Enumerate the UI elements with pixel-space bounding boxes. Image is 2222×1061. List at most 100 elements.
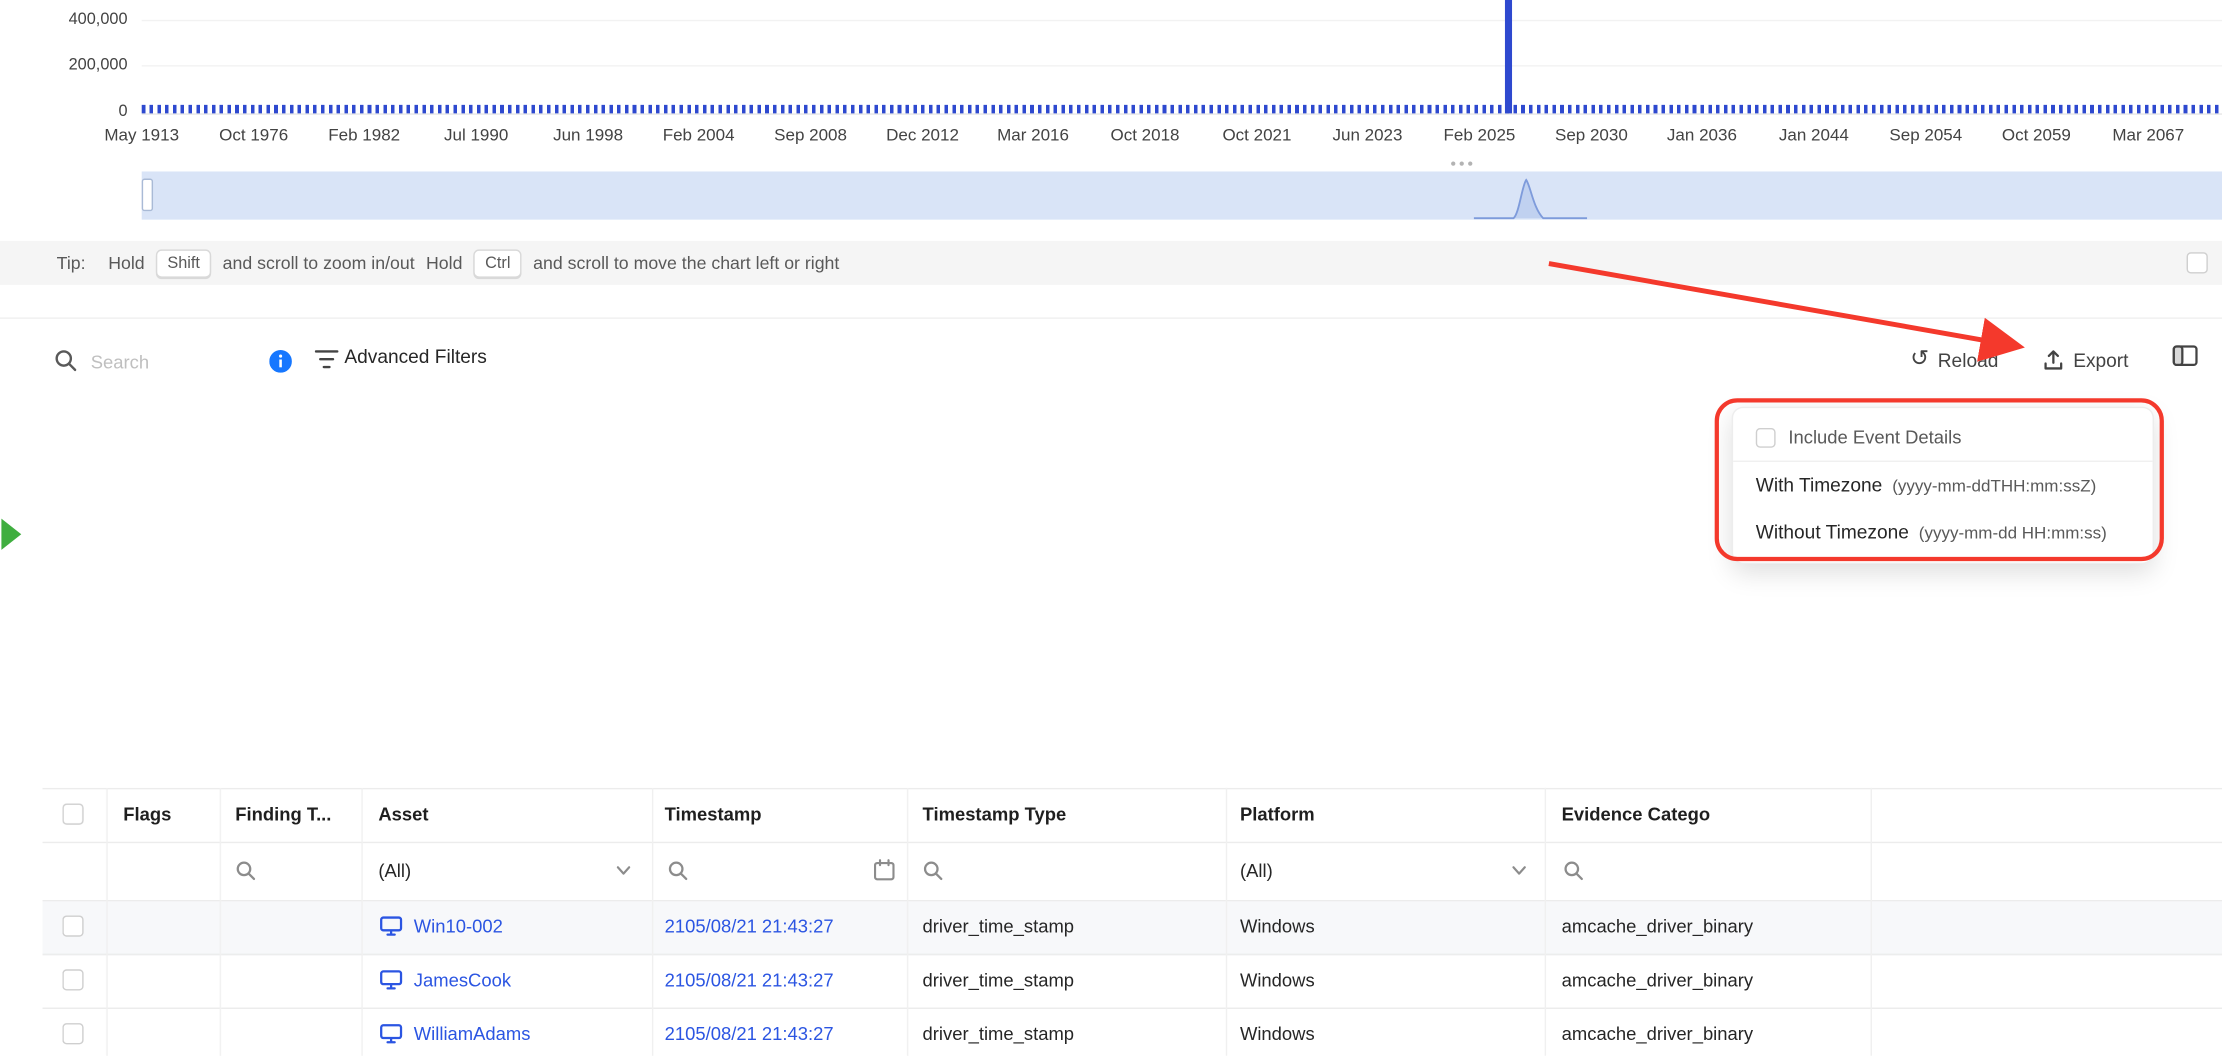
export-menu-popup: Include Event Details With Timezone (yyy… (1732, 407, 2154, 564)
column-separator (652, 788, 653, 1056)
x-axis-tick: Sep 2030 (1555, 125, 1628, 145)
y-axis-tick: 400,000 (20, 11, 128, 28)
header-platform[interactable]: Platform (1240, 788, 1315, 842)
column-separator (907, 788, 908, 1056)
evidence-filter-search-icon[interactable] (1563, 860, 1584, 881)
chevron-down-icon (616, 866, 630, 876)
tip-hold-text: Hold (426, 253, 462, 273)
calendar-icon[interactable] (873, 859, 896, 882)
monitor-icon (380, 1023, 403, 1044)
table-line (43, 900, 2222, 901)
search-icon (54, 349, 78, 373)
select-all-checkbox[interactable] (62, 803, 83, 824)
column-separator (1545, 788, 1546, 1056)
chevron-down-icon (1512, 866, 1526, 876)
export-without-timezone-option[interactable]: Without Timezone (yyyy-mm-dd HH:mm:ss) (1733, 509, 2152, 556)
tip-bar-checkbox[interactable] (2187, 252, 2208, 273)
tip-zoom-text: and scroll to zoom in/out (223, 253, 415, 273)
chart-axis-line (142, 113, 2222, 114)
column-separator (361, 788, 362, 1056)
column-separator (1871, 788, 1872, 1056)
export-label: Export (2073, 349, 2128, 370)
info-icon[interactable] (269, 350, 292, 373)
reload-button[interactable]: ↺ Reload (1910, 342, 1998, 379)
timestamp-link[interactable]: 2105/08/21 21:43:27 (665, 1008, 834, 1061)
header-evidence-category[interactable]: Evidence Catego (1562, 788, 1710, 842)
x-axis-tick: Jan 2044 (1779, 125, 1849, 145)
table-line (43, 788, 2222, 789)
tip-bar: Tip: Hold Shift and scroll to zoom in/ou… (0, 241, 2222, 285)
column-separator (220, 788, 221, 1056)
export-with-timezone-option[interactable]: With Timezone (yyyy-mm-ddTHH:mm:ssZ) (1733, 462, 2152, 509)
asset-filter-value: (All) (378, 842, 411, 900)
table-line (43, 954, 2222, 955)
x-axis-tick: Oct 2018 (1111, 125, 1180, 145)
platform-filter-value: (All) (1240, 842, 1273, 900)
x-axis-tick: May 1913 (104, 125, 179, 145)
search-input[interactable] (88, 340, 261, 383)
finding-filter-search-icon[interactable] (235, 860, 256, 881)
asset-link[interactable]: WilliamAdams (414, 1008, 531, 1061)
header-asset[interactable]: Asset (378, 788, 428, 842)
with-timezone-label: With Timezone (1756, 475, 1883, 496)
chart-spike-bar (1505, 0, 1512, 113)
include-event-details-label: Include Event Details (1788, 427, 1961, 448)
advanced-filters-button[interactable]: Advanced Filters (315, 339, 513, 379)
header-finding-type[interactable]: Finding T... (235, 788, 331, 842)
timestamp-type-cell: driver_time_stamp (923, 954, 1075, 1008)
timestamp-link[interactable]: 2105/08/21 21:43:27 (665, 900, 834, 954)
timeline-chart[interactable]: 400,000 200,000 0 May 1913 Oct 1976 Feb … (0, 0, 2222, 241)
table-line (43, 1008, 2222, 1009)
header-timestamp[interactable]: Timestamp (665, 788, 762, 842)
timestamp-type-cell: driver_time_stamp (923, 900, 1075, 954)
platform-cell: Windows (1240, 1008, 1315, 1061)
timestamp-link[interactable]: 2105/08/21 21:43:27 (665, 954, 834, 1008)
row-checkbox[interactable] (62, 969, 83, 990)
export-button[interactable]: Export (2042, 342, 2128, 379)
evidence-category-cell: amcache_driver_binary (1562, 1008, 1753, 1061)
row-highlight (43, 900, 2222, 954)
column-separator (106, 788, 107, 1056)
advanced-filters-label: Advanced Filters (344, 346, 486, 367)
row-checkbox[interactable] (62, 1023, 83, 1044)
chart-gridline (142, 20, 2222, 21)
x-axis-tick: Oct 2059 (2002, 125, 2071, 145)
export-icon (2042, 349, 2065, 372)
row-checkbox[interactable] (62, 915, 83, 936)
with-timezone-format: (yyyy-mm-ddTHH:mm:ssZ) (1892, 476, 2096, 496)
asset-filter-select[interactable]: (All) (378, 842, 640, 900)
screenshot-stage: 400,000 200,000 0 May 1913 Oct 1976 Feb … (0, 0, 2222, 662)
asset-link[interactable]: Win10-002 (414, 900, 503, 954)
filter-icon (315, 349, 339, 370)
asset-link[interactable]: JamesCook (414, 954, 511, 1008)
table-line (43, 842, 2222, 843)
x-axis-tick: Feb 2004 (663, 125, 735, 145)
x-axis-tick: Oct 1976 (219, 125, 288, 145)
x-axis-tick: Feb 1982 (328, 125, 400, 145)
include-event-details-row[interactable]: Include Event Details (1733, 415, 2152, 460)
include-event-details-checkbox[interactable] (1756, 427, 1776, 447)
tip-hold-text: Hold (108, 253, 144, 273)
platform-filter-select[interactable]: (All) (1240, 842, 1531, 900)
platform-cell: Windows (1240, 900, 1315, 954)
timestamp-filter-search-icon[interactable] (667, 860, 688, 881)
x-axis-tick: Jun 1998 (553, 125, 623, 145)
header-timestamp-type[interactable]: Timestamp Type (923, 788, 1067, 842)
evidence-category-cell: amcache_driver_binary (1562, 954, 1753, 1008)
columns-icon[interactable] (2172, 344, 2198, 367)
monitor-icon (380, 969, 403, 990)
header-flags[interactable]: Flags (123, 788, 171, 842)
shift-key-badge: Shift (156, 249, 211, 277)
evidence-category-cell: amcache_driver_binary (1562, 900, 1753, 954)
chart-gridline (142, 65, 2222, 66)
column-separator (1226, 788, 1227, 1056)
brush-minimap-peak (1474, 171, 1587, 219)
brush-drag-dots-icon[interactable] (1451, 162, 1455, 166)
tip-label: Tip: (57, 253, 86, 273)
brush-left-handle[interactable] (142, 179, 153, 212)
x-axis-tick: Dec 2012 (886, 125, 959, 145)
x-axis-tick: Jul 1990 (444, 125, 508, 145)
timestamp-type-filter-search-icon[interactable] (923, 860, 944, 881)
x-axis-tick: Oct 2021 (1222, 125, 1291, 145)
chart-brush[interactable] (142, 171, 2222, 219)
